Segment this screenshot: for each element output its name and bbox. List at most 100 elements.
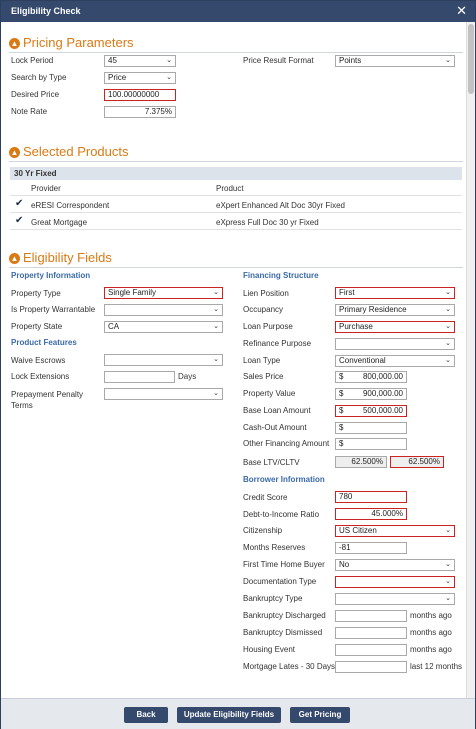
cash-out-input[interactable]: $ — [335, 422, 407, 434]
months-ago-unit: months ago — [410, 628, 452, 637]
chevron-down-icon: ⌄ — [445, 595, 451, 602]
property-state-select[interactable]: CA ⌄ — [104, 321, 223, 333]
citizenship-select[interactable]: US Citizen ⌄ — [335, 525, 455, 537]
chevron-down-icon: ⌄ — [213, 306, 219, 313]
get-pricing-button[interactable]: Get Pricing — [290, 707, 350, 723]
prepayment-select[interactable]: ⌄ — [104, 388, 223, 400]
desired-price-input[interactable]: 100.00000000 — [104, 89, 176, 101]
provider-cell: eRESI Correspondent — [31, 201, 110, 210]
price-result-format-select[interactable]: Points ⌄ — [335, 55, 455, 67]
divider — [10, 195, 462, 196]
days-unit: Days — [178, 372, 197, 381]
property-type-label: Property Type — [11, 289, 61, 298]
bk-discharged-label: Bankruptcy Discharged — [243, 611, 326, 620]
note-rate-label: Note Rate — [11, 107, 48, 116]
first-time-buyer-label: First Time Home Buyer — [243, 560, 325, 569]
bk-dismissed-input[interactable] — [335, 627, 407, 639]
search-by-type-label: Search by Type — [11, 73, 67, 82]
lock-period-select[interactable]: 45 ⌄ — [104, 55, 176, 67]
cash-out-label: Cash-Out Amount — [243, 423, 307, 432]
lock-period-label: Lock Period — [11, 56, 54, 65]
provider-cell: Great Mortgage — [31, 218, 88, 227]
bankruptcy-type-select[interactable]: ⌄ — [335, 593, 455, 605]
desired-price-label: Desired Price — [11, 90, 60, 99]
warrantable-select[interactable]: ⌄ — [104, 304, 223, 316]
chevron-down-icon: ⌄ — [445, 578, 451, 585]
financing-heading: Financing Structure — [243, 271, 319, 280]
property-info-heading: Property Information — [11, 271, 91, 280]
cltv-readonly: 62.500% — [390, 456, 444, 468]
chevron-down-icon: ⌄ — [166, 57, 172, 64]
chevron-down-icon: ⌄ — [445, 323, 451, 330]
divider — [9, 267, 463, 268]
checkmark-icon[interactable]: ✔ — [15, 215, 23, 226]
lock-extensions-label: Lock Extensions — [11, 372, 70, 381]
property-value-label: Property Value — [243, 389, 296, 398]
mortgage-lates-label: Mortgage Lates - 30 Days — [243, 662, 336, 671]
eligibility-section-title: Eligibility Fields — [23, 250, 112, 265]
dialog-body[interactable]: ▲ Pricing Parameters Lock Period 45 ⌄ Sear… — [1, 22, 475, 698]
products-section-header[interactable]: ▲ Selected Products — [9, 144, 129, 159]
credit-score-input[interactable]: 780 — [335, 491, 407, 503]
lien-position-select[interactable]: First ⌄ — [335, 287, 455, 299]
chevron-up-icon[interactable]: ▲ — [9, 147, 20, 158]
refinance-purpose-select[interactable]: ⌄ — [335, 338, 455, 350]
doc-type-select[interactable]: ⌄ — [335, 576, 455, 588]
product-features-heading: Product Features — [11, 338, 77, 347]
loan-purpose-label: Loan Purpose — [243, 322, 293, 331]
base-loan-amount-input[interactable]: $500,000.00 — [335, 405, 407, 417]
mortgage-lates-input[interactable] — [335, 661, 407, 673]
close-icon[interactable]: ✕ — [456, 3, 467, 19]
back-button[interactable]: Back — [124, 707, 168, 723]
checkmark-icon[interactable]: ✔ — [15, 198, 23, 209]
scrollbar-thumb[interactable] — [468, 24, 474, 94]
product-cell: eXpert Enhanced Alt Doc 30yr Fixed — [216, 201, 345, 210]
pricing-section-header[interactable]: ▲ Pricing Parameters — [9, 35, 134, 50]
search-by-type-select[interactable]: Price ⌄ — [104, 72, 176, 84]
chevron-up-icon[interactable]: ▲ — [9, 38, 20, 49]
chevron-up-icon[interactable]: ▲ — [9, 253, 20, 264]
provider-column-header: Provider — [31, 184, 61, 193]
refinance-purpose-label: Refinance Purpose — [243, 339, 312, 348]
months-reserves-input[interactable]: -81 — [335, 542, 407, 554]
update-eligibility-button[interactable]: Update Eligibility Fields — [177, 707, 281, 723]
bk-discharged-input[interactable] — [335, 610, 407, 622]
dialog-footer: Back Update Eligibility Fields Get Prici… — [1, 698, 475, 729]
title-bar: Eligibility Check ✕ — [1, 1, 475, 22]
property-type-select[interactable]: Single Family ⌄ — [104, 287, 223, 299]
property-state-label: Property State — [11, 322, 63, 331]
note-rate-input[interactable]: 7.375% — [104, 106, 176, 118]
product-cell: eXpress Full Doc 30 yr Fixed — [216, 218, 319, 227]
sales-price-label: Sales Price — [243, 372, 284, 381]
loan-type-select[interactable]: Conventional ⌄ — [335, 355, 455, 367]
other-financing-input[interactable]: $ — [335, 438, 407, 450]
chevron-down-icon: ⌄ — [213, 289, 219, 296]
chevron-down-icon: ⌄ — [445, 306, 451, 313]
loan-type-label: Loan Type — [243, 356, 281, 365]
loan-purpose-select[interactable]: Purchase ⌄ — [335, 321, 455, 333]
chevron-down-icon: ⌄ — [445, 57, 451, 64]
chevron-down-icon: ⌄ — [445, 289, 451, 296]
vertical-scrollbar[interactable] — [466, 22, 475, 698]
last-12-months-unit: last 12 months — [410, 662, 463, 671]
bk-dismissed-label: Bankruptcy Dismissed — [243, 628, 323, 637]
first-time-buyer-select[interactable]: No ⌄ — [335, 559, 455, 571]
bankruptcy-type-label: Bankruptcy Type — [243, 594, 303, 603]
months-reserves-label: Months Reserves — [243, 543, 306, 552]
dti-input[interactable]: 45.000% — [335, 508, 407, 520]
chevron-down-icon: ⌄ — [445, 527, 451, 534]
waive-escrows-select[interactable]: ⌄ — [104, 354, 223, 366]
ltv-readonly: 62.500% — [335, 456, 387, 468]
housing-event-input[interactable] — [335, 644, 407, 656]
occupancy-select[interactable]: Primary Residence ⌄ — [335, 304, 455, 316]
product-group-header: 30 Yr Fixed — [10, 167, 462, 180]
dialog-title: Eligibility Check — [11, 6, 81, 16]
property-value-input[interactable]: $900,000.00 — [335, 388, 407, 400]
chevron-down-icon: ⌄ — [166, 74, 172, 81]
waive-escrows-label: Waive Escrows — [11, 356, 66, 365]
lock-extensions-input[interactable] — [104, 371, 175, 383]
sales-price-input[interactable]: $800,000.00 — [335, 371, 407, 383]
chevron-down-icon: ⌄ — [445, 340, 451, 347]
dti-label: Debt-to-Income Ratio — [243, 510, 320, 519]
eligibility-section-header[interactable]: ▲ Eligibility Fields — [9, 250, 112, 265]
